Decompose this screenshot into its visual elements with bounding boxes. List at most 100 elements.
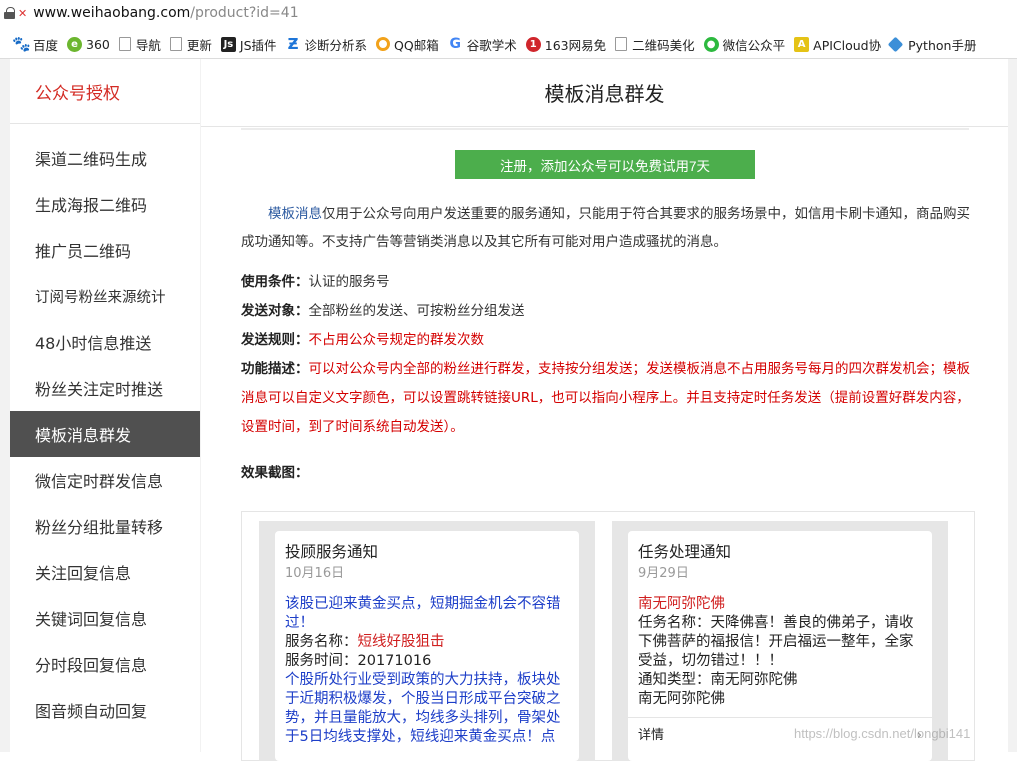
qq-mail-icon [376,37,391,51]
template-message-link[interactable]: 模板消息 [268,206,322,222]
field-label: 任务名称： [638,615,711,631]
page-icon [615,37,628,51]
bookmark-360[interactable]: e 360 [67,36,110,52]
field-label: 服务时间： [285,653,358,669]
field-value: 20171016 [357,653,432,669]
card-date: 9月29日 [638,566,689,581]
sidebar-item-group-transfer[interactable]: 粉丝分组批量转移 [10,503,200,549]
bookmark-label: APICloud协 [813,37,882,53]
card-body: 该股已迎来黄金买点，短期掘金机会不容错过！ 服务名称：短线好股狙击 服务时间：2… [285,595,569,747]
sidebar-item-template-broadcast[interactable]: 模板消息群发 [10,411,200,457]
sidebar-item-promoter-qrcode[interactable]: 推广员二维码 [10,227,200,273]
header-divider [241,128,969,130]
field-label: 通知类型： [638,672,711,688]
sidebar-item-channel-qrcode[interactable]: 渠道二维码生成 [10,135,200,181]
spec-target: 发送对象：全部粉丝的发送、可按粉丝分组发送 [241,297,971,326]
bookmark-label: 163网易免 [544,37,607,53]
card-date: 10月16日 [285,566,345,581]
bookmark-qrcode[interactable]: 二维码美化 [615,35,695,54]
netease-163-icon: 1 [525,36,541,52]
field-label: 服务名称： [285,634,358,650]
spec-value: 可以对公众号内全部的粉丝进行群发，支持按分组发送；发送模板消息不占用服务号每月的… [241,361,970,435]
sidebar-item-media-reply[interactable]: 图音频自动回复 [10,687,200,733]
sidebar-item-fans-source[interactable]: 订阅号粉丝来源统计 [10,273,200,319]
screenshots-panel: 投顾服务通知 10月16日 该股已迎来黄金买点，短期掘金机会不容错过！ 服务名称… [241,511,975,761]
lock-icon [4,7,15,19]
register-trial-button[interactable]: 注册，添加公众号可以免费试用7天 [455,150,755,179]
bookmark-google-scholar[interactable]: G 谷歌学术 [448,35,517,54]
sidebar-item-keyword-reply[interactable]: 关键词回复信息 [10,595,200,641]
360-icon: e [67,36,83,52]
bookmark-nav[interactable]: 导航 [118,35,161,54]
spec-label: 使用条件： [241,274,309,290]
card-field: 服务名称：短线好股狙击 [285,633,569,652]
diagnosis-icon: Ƶ [287,35,299,53]
bookmark-label: 二维码美化 [632,37,695,53]
sidebar-item-timed-broadcast[interactable]: 微信定时群发信息 [10,457,200,503]
bookmark-label: 360 [86,36,110,52]
spec-value: 全部粉丝的发送、可按粉丝分组发送 [308,303,525,319]
sidebar-menu: 渠道二维码生成 生成海报二维码 推广员二维码 订阅号粉丝来源统计 48小时信息推… [10,135,200,733]
screenshots-heading: 效果截图： [241,465,309,481]
page-title: 模板消息群发 [201,59,1008,127]
bookmark-label: 百度 [33,37,59,53]
main-panel: 模板消息群发 注册，添加公众号可以免费试用7天 模板消息仅用于公众号向用户发送重… [201,59,1008,761]
spec-value: 认证的服务号 [308,274,390,290]
sidebar-brand[interactable]: 公众号授权 [10,59,200,124]
js-icon: Js [220,36,236,52]
card-title: 任务处理通知 [638,543,732,561]
page-icon [118,37,131,51]
bookmark-label: Python手册 [908,37,977,53]
insecure-icon: ✕ [18,6,28,20]
card-remark: 个股所处行业受到政策的大力扶持，板块处于近期积极爆发，个股当日形成平台突破之势，… [285,672,561,745]
bookmark-qqmail[interactable]: QQ邮箱 [376,35,439,54]
detail-label: 详情 [638,728,665,743]
bookmark-wechat[interactable]: ● 微信公众平 [703,35,786,54]
url-host: www.weihaobang.com [33,5,191,21]
bookmark-baidu[interactable]: 🐾 百度 [12,35,59,54]
bookmark-js[interactable]: Js JS插件 [220,35,277,54]
spec-label: 发送规则： [241,332,309,348]
screenshot-1: 投顾服务通知 10月16日 该股已迎来黄金买点，短期掘金机会不容错过！ 服务名称… [259,521,595,761]
card-field: 服务时间：20171016 [285,652,569,671]
bookmark-label: 更新 [186,37,212,53]
bookmark-python[interactable]: Python手册 [887,35,977,54]
sidebar-item-poster-qrcode[interactable]: 生成海报二维码 [10,181,200,227]
bookmark-label: 谷歌学术 [466,37,517,53]
url-path: /product?id=41 [190,5,299,21]
bookmark-update[interactable]: 更新 [169,35,212,54]
sidebar-item-48h-push[interactable]: 48小时信息推送 [10,319,200,365]
intro-text: 仅用于公众号向用户发送重要的服务通知，只能用于符合其要求的服务场景中，如信用卡刷… [241,206,970,250]
bookmark-apicloud[interactable]: A APICloud协 [794,35,881,54]
bookmark-label: 微信公众平 [722,37,786,53]
spec-rule: 发送规则：不占用公众号规定的群发次数 [241,326,971,355]
template-message-card: 投顾服务通知 10月16日 该股已迎来黄金买点，短期掘金机会不容错过！ 服务名称… [275,531,579,761]
bookmark-label: 诊断分析系 [304,37,368,53]
bookmark-163[interactable]: 1 163网易免 [525,35,607,54]
bookmark-label: 导航 [135,37,161,53]
sidebar-item-follow-reply[interactable]: 关注回复信息 [10,549,200,595]
spec-label: 功能描述： [241,361,309,377]
python-icon [887,36,904,52]
card-title: 投顾服务通知 [285,543,379,561]
spec-list: 使用条件：认证的服务号 发送对象：全部粉丝的发送、可按粉丝分组发送 发送规则：不… [241,268,971,442]
sidebar-item-period-reply[interactable]: 分时段回复信息 [10,641,200,687]
bookmarks-bar: 🐾 百度 e 360 导航 更新 Js JS插件 Ƶ 诊断分析系 QQ邮箱 G 谷歌学术 … [0,30,1017,58]
bookmark-diagnosis[interactable]: Ƶ 诊断分析系 [286,35,368,54]
wechat-icon: ● [703,36,719,52]
intro-paragraph: 模板消息仅用于公众号向用户发送重要的服务通知，只能用于符合其要求的服务场景中，如… [241,200,971,256]
sidebar-item-follow-timed-push[interactable]: 粉丝关注定时推送 [10,365,200,411]
field-value: 短线好股狙击 [357,634,445,650]
card-remark: 南无阿弥陀佛 [638,691,725,707]
screenshot-2: 任务处理通知 9月29日 南无阿弥陀佛 任务名称：天降佛喜！善良的佛弟子，请收下… [612,521,948,761]
apicloud-icon: A [794,36,810,52]
card-first: 南无阿弥陀佛 [638,596,725,612]
spec-label: 发送对象： [241,303,309,319]
spec-function: 功能描述：可以对公众号内全部的粉丝进行群发，支持按分组发送；发送模板消息不占用服… [241,355,971,442]
page-icon [169,37,182,51]
card-body: 南无阿弥陀佛 任务名称：天降佛喜！善良的佛弟子，请收下佛菩萨的福报信！开启福运一… [638,595,922,709]
google-icon: G [449,36,461,52]
bookmark-label: JS插件 [239,37,277,53]
product-description: 模板消息仅用于公众号向用户发送重要的服务通知，只能用于符合其要求的服务场景中，如… [241,200,971,487]
address-bar[interactable]: ✕ www.weihaobang.com/product?id=41 [0,0,1017,26]
